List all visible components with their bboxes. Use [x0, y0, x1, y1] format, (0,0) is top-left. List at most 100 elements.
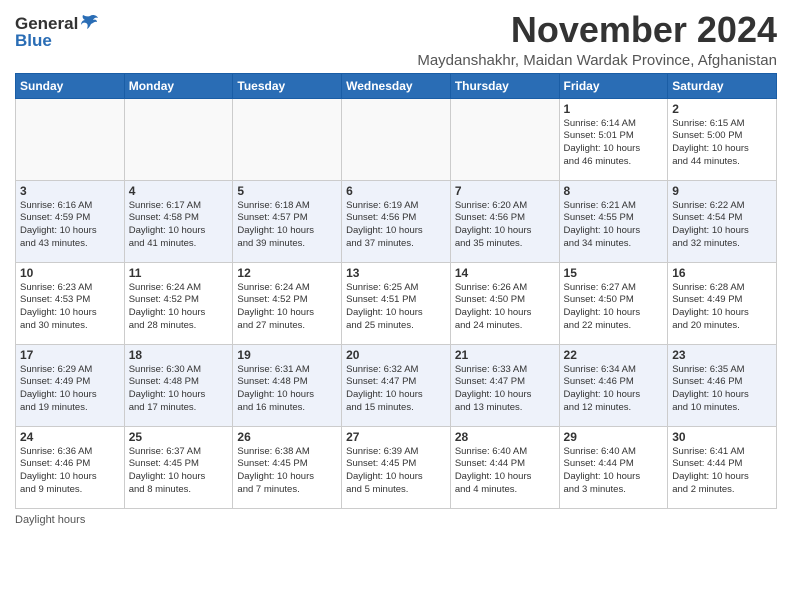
weekday-header-saturday: Saturday [668, 73, 777, 98]
day-number: 11 [129, 266, 229, 280]
calendar-day-cell: 27Sunrise: 6:39 AMSunset: 4:45 PMDayligh… [342, 426, 451, 508]
day-info: Sunrise: 6:26 AMSunset: 4:50 PMDaylight:… [455, 282, 555, 333]
day-number: 18 [129, 348, 229, 362]
day-info: Sunrise: 6:14 AMSunset: 5:01 PMDaylight:… [564, 118, 664, 169]
calendar-day-cell [342, 98, 451, 180]
day-info: Sunrise: 6:23 AMSunset: 4:53 PMDaylight:… [20, 282, 120, 333]
day-number: 13 [346, 266, 446, 280]
day-number: 1 [564, 102, 664, 116]
calendar-day-cell: 4 Sunrise: 6:17 AMSunset: 4:58 PMDaylight… [124, 180, 233, 262]
weekday-header-row: SundayMondayTuesdayWednesdayThursdayFrid… [16, 73, 777, 98]
calendar-day-cell: 21 Sunrise: 6:33 AMSunset: 4:47 PMDayligh… [450, 344, 559, 426]
calendar-day-cell: 5Sunrise: 6:18 AMSunset: 4:57 PMDaylight… [233, 180, 342, 262]
day-info: Sunrise: 6:35 AMSunset: 4:46 PMDaylight:… [672, 364, 772, 415]
day-info: Sunrise: 6:20 AMSunset: 4:56 PMDaylight:… [455, 200, 555, 251]
weekday-header-tuesday: Tuesday [233, 73, 342, 98]
calendar-week-row: 24 Sunrise: 6:36 AMSunset: 4:46 PMDayligh… [16, 426, 777, 508]
day-info: Sunrise: 6:31 AMSunset: 4:48 PMDaylight:… [237, 364, 337, 415]
logo-blue-text: Blue [15, 31, 52, 51]
calendar-day-cell: 7 Sunrise: 6:20 AMSunset: 4:56 PMDaylight… [450, 180, 559, 262]
day-number: 28 [455, 430, 555, 444]
calendar-day-cell: 14 Sunrise: 6:26 AMSunset: 4:50 PMDayligh… [450, 262, 559, 344]
day-number: 7 [455, 184, 555, 198]
day-info: Sunrise: 6:29 AMSunset: 4:49 PMDaylight:… [20, 364, 120, 415]
calendar-day-cell: 22Sunrise: 6:34 AMSunset: 4:46 PMDayligh… [559, 344, 668, 426]
day-info: Sunrise: 6:40 AMSunset: 4:44 PMDaylight:… [455, 446, 555, 497]
calendar-week-row: 17Sunrise: 6:29 AMSunset: 4:49 PMDayligh… [16, 344, 777, 426]
calendar-day-cell: 3Sunrise: 6:16 AMSunset: 4:59 PMDaylight… [16, 180, 125, 262]
calendar-day-cell: 13Sunrise: 6:25 AMSunset: 4:51 PMDayligh… [342, 262, 451, 344]
day-number: 8 [564, 184, 664, 198]
calendar-day-cell [16, 98, 125, 180]
day-info: Sunrise: 6:40 AMSunset: 4:44 PMDaylight:… [564, 446, 664, 497]
calendar-day-cell: 28 Sunrise: 6:40 AMSunset: 4:44 PMDayligh… [450, 426, 559, 508]
day-number: 4 [129, 184, 229, 198]
day-info: Sunrise: 6:37 AMSunset: 4:45 PMDaylight:… [129, 446, 229, 497]
weekday-header-sunday: Sunday [16, 73, 125, 98]
day-info: Sunrise: 6:21 AMSunset: 4:55 PMDaylight:… [564, 200, 664, 251]
calendar-day-cell: 16 Sunrise: 6:28 AMSunset: 4:49 PMDayligh… [668, 262, 777, 344]
day-number: 12 [237, 266, 337, 280]
day-info: Sunrise: 6:41 AMSunset: 4:44 PMDaylight:… [672, 446, 772, 497]
day-number: 9 [672, 184, 772, 198]
calendar-day-cell: 20 Sunrise: 6:32 AMSunset: 4:47 PMDayligh… [342, 344, 451, 426]
calendar-day-cell [233, 98, 342, 180]
calendar-day-cell: 24 Sunrise: 6:36 AMSunset: 4:46 PMDayligh… [16, 426, 125, 508]
day-number: 23 [672, 348, 772, 362]
day-number: 27 [346, 430, 446, 444]
day-info: Sunrise: 6:22 AMSunset: 4:54 PMDaylight:… [672, 200, 772, 251]
day-info: Sunrise: 6:27 AMSunset: 4:50 PMDaylight:… [564, 282, 664, 333]
footer: Daylight hours [15, 514, 777, 526]
weekday-header-friday: Friday [559, 73, 668, 98]
calendar-day-cell: 25Sunrise: 6:37 AMSunset: 4:45 PMDayligh… [124, 426, 233, 508]
day-number: 21 [455, 348, 555, 362]
day-number: 15 [564, 266, 664, 280]
calendar-day-cell: 15 Sunrise: 6:27 AMSunset: 4:50 PMDayligh… [559, 262, 668, 344]
day-number: 14 [455, 266, 555, 280]
calendar-day-cell: 29 Sunrise: 6:40 AMSunset: 4:44 PMDayligh… [559, 426, 668, 508]
day-number: 16 [672, 266, 772, 280]
day-number: 24 [20, 430, 120, 444]
calendar-table: SundayMondayTuesdayWednesdayThursdayFrid… [15, 73, 777, 509]
calendar-day-cell: 6 Sunrise: 6:19 AMSunset: 4:56 PMDaylight… [342, 180, 451, 262]
day-number: 20 [346, 348, 446, 362]
day-info: Sunrise: 6:19 AMSunset: 4:56 PMDaylight:… [346, 200, 446, 251]
logo: General Blue [15, 14, 100, 51]
logo-bird-icon [80, 13, 100, 33]
calendar-day-cell: 23 Sunrise: 6:35 AMSunset: 4:46 PMDayligh… [668, 344, 777, 426]
day-number: 29 [564, 430, 664, 444]
calendar-day-cell: 10 Sunrise: 6:23 AMSunset: 4:53 PMDayligh… [16, 262, 125, 344]
weekday-header-monday: Monday [124, 73, 233, 98]
weekday-header-thursday: Thursday [450, 73, 559, 98]
day-number: 10 [20, 266, 120, 280]
calendar-day-cell: 18Sunrise: 6:30 AMSunset: 4:48 PMDayligh… [124, 344, 233, 426]
day-number: 6 [346, 184, 446, 198]
day-number: 2 [672, 102, 772, 116]
day-info: Sunrise: 6:38 AMSunset: 4:45 PMDaylight:… [237, 446, 337, 497]
day-number: 26 [237, 430, 337, 444]
calendar-day-cell: 26 Sunrise: 6:38 AMSunset: 4:45 PMDayligh… [233, 426, 342, 508]
calendar-day-cell: 1 Sunrise: 6:14 AMSunset: 5:01 PMDaylight… [559, 98, 668, 180]
day-number: 3 [20, 184, 120, 198]
day-info: Sunrise: 6:28 AMSunset: 4:49 PMDaylight:… [672, 282, 772, 333]
day-info: Sunrise: 6:32 AMSunset: 4:47 PMDaylight:… [346, 364, 446, 415]
day-info: Sunrise: 6:33 AMSunset: 4:47 PMDaylight:… [455, 364, 555, 415]
day-info: Sunrise: 6:34 AMSunset: 4:46 PMDaylight:… [564, 364, 664, 415]
day-info: Sunrise: 6:36 AMSunset: 4:46 PMDaylight:… [20, 446, 120, 497]
calendar-day-cell: 19Sunrise: 6:31 AMSunset: 4:48 PMDayligh… [233, 344, 342, 426]
day-number: 5 [237, 184, 337, 198]
title-section: November 2024 Maydanshakhr, Maidan Warda… [417, 10, 777, 69]
calendar-day-cell [450, 98, 559, 180]
day-info: Sunrise: 6:17 AMSunset: 4:58 PMDaylight:… [129, 200, 229, 251]
calendar-day-cell: 30Sunrise: 6:41 AMSunset: 4:44 PMDayligh… [668, 426, 777, 508]
day-info: Sunrise: 6:24 AMSunset: 4:52 PMDaylight:… [129, 282, 229, 333]
daylight-label: Daylight hours [15, 514, 85, 526]
calendar-page: General Blue November 2024 Maydanshakhr,… [0, 0, 792, 612]
calendar-week-row: 1 Sunrise: 6:14 AMSunset: 5:01 PMDaylight… [16, 98, 777, 180]
calendar-day-cell: 17Sunrise: 6:29 AMSunset: 4:49 PMDayligh… [16, 344, 125, 426]
header: General Blue November 2024 Maydanshakhr,… [15, 10, 777, 69]
weekday-header-wednesday: Wednesday [342, 73, 451, 98]
day-info: Sunrise: 6:24 AMSunset: 4:52 PMDaylight:… [237, 282, 337, 333]
calendar-day-cell: 11 Sunrise: 6:24 AMSunset: 4:52 PMDayligh… [124, 262, 233, 344]
calendar-week-row: 10 Sunrise: 6:23 AMSunset: 4:53 PMDayligh… [16, 262, 777, 344]
